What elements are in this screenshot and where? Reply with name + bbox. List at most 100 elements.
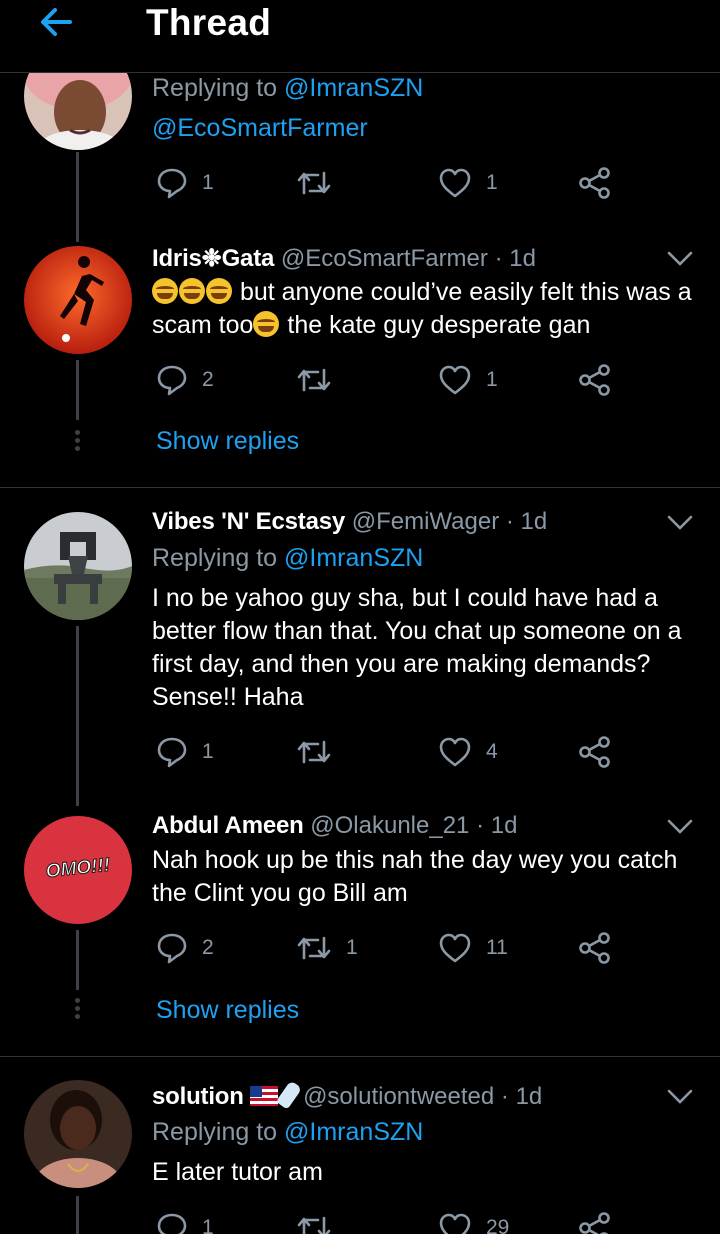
retweet-button[interactable] <box>296 362 346 398</box>
tweet-actions: 1 1 <box>156 165 626 201</box>
thread-line <box>76 1196 79 1234</box>
retweet-button[interactable]: 1 <box>296 930 358 966</box>
share-icon <box>578 1211 612 1234</box>
display-name[interactable]: solution <box>152 1083 244 1110</box>
avatar[interactable] <box>24 512 132 620</box>
reply-count: 1 <box>202 740 214 763</box>
like-button[interactable]: 1 <box>438 165 498 201</box>
avatar-label: OMO!!! <box>44 854 112 883</box>
like-button[interactable]: 11 <box>438 930 508 966</box>
retweet-button[interactable] <box>296 165 346 201</box>
tweet-header: Vibes 'N' Ecstasy @FemiWager · 1d <box>152 508 548 535</box>
display-name[interactable]: Idris❉Gata <box>152 245 274 272</box>
back-arrow-icon[interactable] <box>36 2 76 42</box>
reply-button[interactable]: 1 <box>156 1210 214 1234</box>
reply-count: 1 <box>202 171 214 194</box>
like-button[interactable]: 29 <box>438 1210 509 1234</box>
like-count: 1 <box>486 171 498 194</box>
chevron-down-icon[interactable] <box>666 818 694 836</box>
retweet-icon <box>296 932 332 964</box>
thread-dots <box>75 430 80 454</box>
tweet-header: Idris❉Gata @EcoSmartFarmer · 1d <box>152 245 536 272</box>
replying-to: Replying to @ImranSZN <box>152 1118 424 1146</box>
replying-to: Replying to @ImranSZN <box>152 544 424 572</box>
share-button[interactable] <box>578 165 612 201</box>
user-handle[interactable]: @solutiontweeted <box>303 1083 494 1110</box>
reply-count: 2 <box>202 368 214 391</box>
retweet-icon <box>296 736 332 768</box>
tweet-actions: 2 1 <box>156 362 626 398</box>
reply-bubble-icon <box>156 167 188 199</box>
retweet-count: 1 <box>346 936 358 959</box>
laughing-emoji-icon <box>152 278 178 304</box>
mention-link[interactable]: @ImranSZN <box>284 1118 423 1146</box>
retweet-icon <box>296 1212 332 1234</box>
display-name[interactable]: Vibes 'N' Ecstasy <box>152 508 345 535</box>
like-button[interactable]: 1 <box>438 362 498 398</box>
thread-line <box>76 626 79 806</box>
thread-dots <box>75 998 80 1022</box>
divider <box>0 487 720 488</box>
tweet-4[interactable]: solution @solutiontweeted · 1d Replying … <box>0 1078 720 1234</box>
user-handle[interactable]: @EcoSmartFarmer <box>281 245 488 272</box>
tweet-text: E later tutor am <box>152 1158 323 1186</box>
tweet-actions: 1 29 <box>156 1210 626 1234</box>
like-count: 1 <box>486 368 498 391</box>
laughing-emoji-icon <box>253 311 280 337</box>
share-button[interactable] <box>578 362 612 398</box>
retweet-button[interactable] <box>296 734 346 770</box>
heart-icon <box>438 736 472 768</box>
avatar[interactable]: OMO!!! <box>24 816 132 924</box>
tweet-actions: 1 4 <box>156 734 626 770</box>
share-button[interactable] <box>578 734 612 770</box>
timestamp: 1d <box>515 1083 543 1110</box>
display-name[interactable]: Abdul Ameen <box>152 812 304 839</box>
page-title: Thread <box>146 2 272 43</box>
show-replies-link[interactable]: Show replies <box>156 996 299 1025</box>
like-button[interactable]: 4 <box>438 734 498 770</box>
heart-icon <box>438 1212 472 1234</box>
avatar[interactable] <box>24 1080 132 1188</box>
reply-count: 1 <box>202 1216 214 1234</box>
share-button[interactable] <box>578 1210 612 1234</box>
heart-icon <box>438 364 472 396</box>
share-button[interactable] <box>578 930 612 966</box>
reply-button[interactable]: 2 <box>156 930 214 966</box>
user-handle[interactable]: @FemiWager <box>352 508 500 535</box>
share-icon <box>578 363 612 397</box>
tweet-3[interactable]: OMO!!! Abdul Ameen @Olakunle_21 · 1d Nah… <box>0 808 720 1056</box>
like-count: 11 <box>486 936 508 959</box>
us-flag-icon <box>250 1086 279 1106</box>
share-icon <box>578 166 612 200</box>
reply-button[interactable]: 1 <box>156 734 214 770</box>
chevron-down-icon[interactable] <box>666 1088 694 1106</box>
chevron-down-icon[interactable] <box>666 250 694 268</box>
heart-icon <box>438 932 472 964</box>
avatar[interactable] <box>24 246 132 354</box>
mention-link[interactable]: @EcoSmartFarmer <box>152 114 368 142</box>
timestamp: 1d <box>509 245 536 272</box>
retweet-button[interactable] <box>296 1210 346 1234</box>
retweet-icon <box>296 364 332 396</box>
top-bar: Thread <box>0 0 720 73</box>
show-replies-link[interactable]: Show replies <box>156 427 299 456</box>
share-icon <box>578 735 612 769</box>
reply-bubble-icon <box>156 364 188 396</box>
user-handle[interactable]: @Olakunle_21 <box>310 812 469 839</box>
chevron-down-icon[interactable] <box>666 514 694 532</box>
reply-bubble-icon <box>156 736 188 768</box>
tweet-2[interactable]: Vibes 'N' Ecstasy @FemiWager · 1d Replyi… <box>0 504 720 806</box>
tweet-header: Abdul Ameen @Olakunle_21 · 1d <box>152 812 518 839</box>
reply-button[interactable]: 2 <box>156 362 214 398</box>
laughing-emoji-icon <box>179 278 205 304</box>
tweet-text: I no be yahoo guy sha, but I could have … <box>152 584 682 711</box>
thread-line <box>76 360 79 420</box>
retweet-icon <box>296 167 332 199</box>
heart-icon <box>438 167 472 199</box>
mention-link[interactable]: @ImranSZN <box>284 74 423 102</box>
mention-link[interactable]: @ImranSZN <box>284 544 423 572</box>
timestamp: 1d <box>520 508 548 535</box>
tweet-1[interactable]: Idris❉Gata @EcoSmartFarmer · 1d but anyo… <box>0 240 720 488</box>
tweet-text: but anyone could’ve easily felt this was… <box>152 278 692 339</box>
reply-button[interactable]: 1 <box>156 165 214 201</box>
